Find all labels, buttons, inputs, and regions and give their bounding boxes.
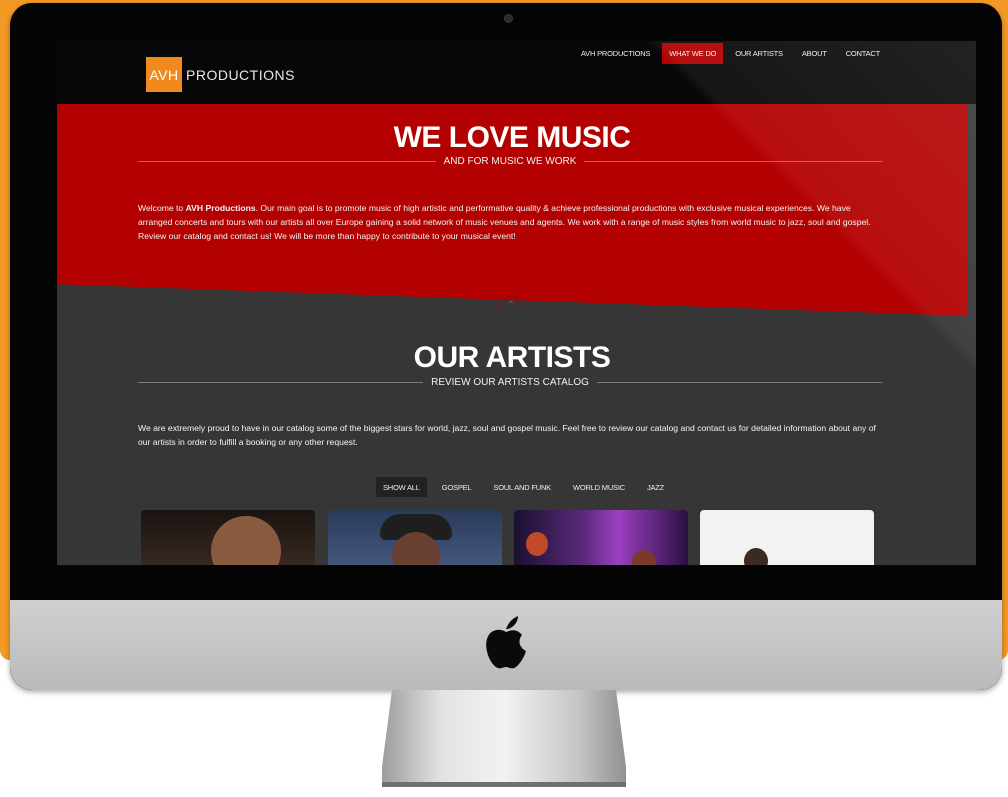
artist-photo [744, 548, 768, 565]
logo-text: PRODUCTIONS [186, 66, 295, 83]
hero-title: WE LOVE MUSIC [393, 121, 631, 154]
hero-intro: Welcome to AVH Productions. Our main goa… [138, 201, 886, 243]
main-nav: AVH PRODUCTIONS WHAT WE DO OUR ARTISTS A… [569, 43, 887, 64]
apple-logo-icon [486, 616, 526, 669]
filter-world-music[interactable]: WORLD MUSIC [566, 477, 632, 497]
intro-brand: AVH Productions [185, 203, 256, 213]
chevron-up-icon: ⌃ [506, 300, 516, 311]
nav-item-our-artists[interactable]: OUR ARTISTS [728, 43, 790, 64]
filter-gospel[interactable]: GOSPEL [435, 477, 479, 497]
artist-thumbnail[interactable] [141, 510, 315, 565]
artist-thumbnail[interactable] [700, 510, 874, 565]
nav-item-about[interactable]: ABOUT [795, 43, 834, 64]
nav-item-contact[interactable]: CONTACT [839, 43, 887, 64]
artist-filters: SHOW ALL GOSPEL SOUL AND FUNK WORLD MUSI… [376, 477, 679, 497]
divider [584, 161, 882, 162]
imac-monitor: AVH PRODUCTIONS AVH PRODUCTIONS WHAT WE … [10, 3, 1002, 690]
artist-thumbnail[interactable] [514, 510, 688, 565]
artists-subtitle: REVIEW OUR ARTISTS CATALOG [431, 377, 589, 388]
artist-photo [632, 550, 656, 565]
divider [596, 382, 882, 383]
artists-description: We are extremely proud to have in our ca… [138, 423, 876, 447]
artists-title: OUR ARTISTS [413, 341, 611, 374]
filter-jazz[interactable]: JAZZ [640, 477, 671, 497]
artist-photo [526, 532, 548, 556]
hero-subtitle-row: AND FOR MUSIC WE WORK [138, 156, 882, 167]
divider [138, 382, 424, 383]
site-header: AVH PRODUCTIONS AVH PRODUCTIONS WHAT WE … [57, 41, 976, 104]
artists-subtitle-row: REVIEW OUR ARTISTS CATALOG [138, 377, 882, 388]
artist-photo [211, 516, 281, 565]
nav-item-avh-productions[interactable]: AVH PRODUCTIONS [574, 43, 657, 64]
monitor-stand [382, 690, 626, 787]
artist-thumbnail[interactable] [328, 510, 502, 565]
filter-soul-and-funk[interactable]: SOUL AND FUNK [486, 477, 558, 497]
website-screen: AVH PRODUCTIONS AVH PRODUCTIONS WHAT WE … [57, 41, 976, 565]
site-logo[interactable]: AVH PRODUCTIONS [146, 57, 295, 92]
logo-box: AVH [146, 57, 182, 92]
filter-show-all[interactable]: SHOW ALL [376, 477, 427, 497]
nav-item-what-we-do[interactable]: WHAT WE DO [662, 43, 724, 64]
camera-icon [504, 14, 513, 23]
divider [138, 161, 436, 162]
hero-subtitle: AND FOR MUSIC WE WORK [443, 156, 577, 167]
intro-prefix: Welcome to [138, 203, 186, 213]
